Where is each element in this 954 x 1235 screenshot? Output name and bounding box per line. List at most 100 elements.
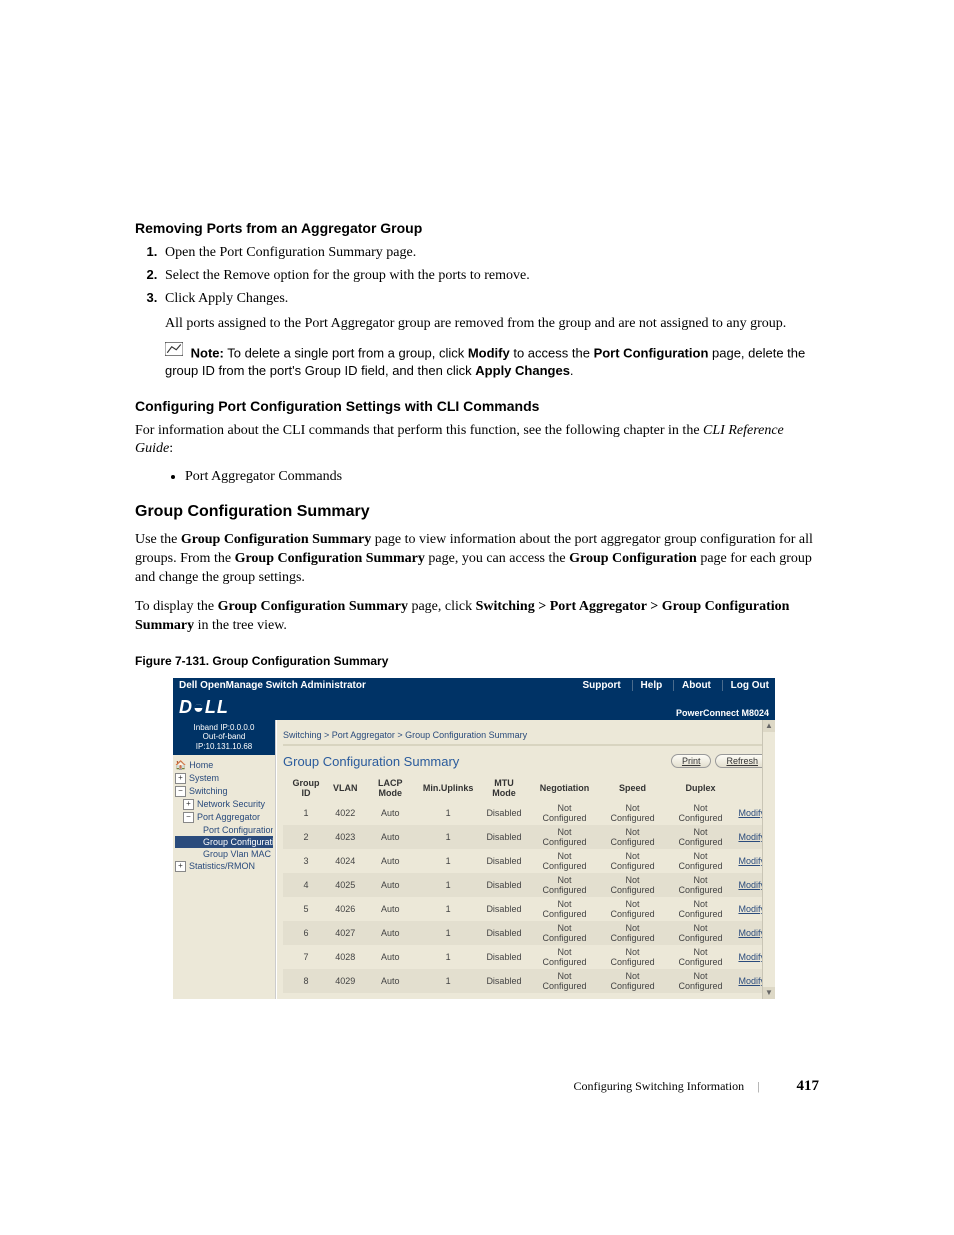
- step-1-text-a: Open the: [165, 245, 219, 260]
- ip-line1: Inband IP:0.0.0.0: [175, 723, 273, 733]
- action-buttons: Print Refresh: [671, 754, 769, 768]
- tree-group-vlan-mac[interactable]: Group Vlan MAC Su: [175, 848, 273, 860]
- td-dup: Not Configured: [667, 969, 735, 993]
- table-row: 54026Auto1DisabledNot ConfiguredNot Conf…: [283, 897, 769, 921]
- bullet-port-aggregator: Port Aggregator Commands: [185, 469, 819, 485]
- td-group-id: 6: [283, 921, 329, 945]
- cli-bullets: Port Aggregator Commands: [135, 469, 819, 485]
- tree-system-label: System: [189, 773, 219, 783]
- tree-netsec-label: Network Security: [197, 799, 265, 809]
- scroll-up-icon[interactable]: ▲: [763, 720, 775, 732]
- td-vlan: 4029: [329, 969, 362, 993]
- note-block: Note: To delete a single port from a gro…: [165, 342, 819, 380]
- step-1-bold: Port Configuration Summary: [219, 245, 382, 260]
- footer-sep: |: [757, 1079, 759, 1093]
- step-1: Open the Port Configuration Summary page…: [161, 244, 819, 261]
- step-3: Click Apply Changes.: [161, 290, 819, 307]
- td-mtu: Disabled: [477, 897, 530, 921]
- crumb-switching[interactable]: Switching: [283, 730, 322, 740]
- tree-port-config-summary[interactable]: Port Configuration S: [175, 824, 273, 836]
- tree-switching[interactable]: −Switching: [175, 785, 273, 798]
- td-neg: Not Configured: [531, 897, 599, 921]
- note-icon: [165, 342, 183, 361]
- crumb-current: Group Configuration Summary: [405, 730, 527, 740]
- td-neg: Not Configured: [531, 873, 599, 897]
- note-t4: .: [570, 363, 574, 378]
- td-min: 1: [419, 825, 478, 849]
- tree-gvm-label: Group Vlan MAC Su: [203, 849, 273, 859]
- td-mtu: Disabled: [477, 825, 530, 849]
- nav-tree: 🏠Home +System −Switching +Network Securi…: [173, 755, 275, 877]
- td-dup: Not Configured: [667, 849, 735, 873]
- crumb-sep: >: [322, 730, 332, 740]
- scrollbar[interactable]: ▲ ▼: [762, 720, 775, 999]
- step-1-text-c: page.: [383, 245, 416, 260]
- topbar-link-support[interactable]: Support: [582, 680, 620, 691]
- p1f: Group Configuration: [569, 551, 697, 566]
- p1e: page, you can access the: [425, 551, 569, 566]
- group-config-table: Group ID VLAN LACP Mode Min.Uplinks MTU …: [283, 775, 769, 993]
- refresh-button[interactable]: Refresh: [715, 754, 769, 768]
- td-group-id: 4: [283, 873, 329, 897]
- td-mtu: Disabled: [477, 849, 530, 873]
- td-lacp: Auto: [362, 945, 419, 969]
- td-neg: Not Configured: [531, 921, 599, 945]
- p2a: To display the: [135, 599, 218, 614]
- cli-intro-a: For information about the CLI commands t…: [135, 423, 703, 438]
- td-lacp: Auto: [362, 969, 419, 993]
- p1a: Use the: [135, 532, 181, 547]
- td-lacp: Auto: [362, 873, 419, 897]
- topbar-link-logout[interactable]: Log Out: [722, 680, 769, 691]
- p1d: Group Configuration Summary: [235, 551, 425, 566]
- td-min: 1: [419, 873, 478, 897]
- table-row: 44025Auto1DisabledNot ConfiguredNot Conf…: [283, 873, 769, 897]
- td-dup: Not Configured: [667, 825, 735, 849]
- tree-statistics[interactable]: +Statistics/RMON: [175, 860, 273, 873]
- td-speed: Not Configured: [599, 873, 667, 897]
- table-row: 14022Auto1DisabledNot ConfiguredNot Conf…: [283, 801, 769, 825]
- p1b: Group Configuration Summary: [181, 532, 371, 547]
- td-neg: Not Configured: [531, 969, 599, 993]
- footer-text: Configuring Switching Information: [573, 1079, 744, 1093]
- td-mtu: Disabled: [477, 873, 530, 897]
- th-mtu: MTU Mode: [477, 775, 530, 801]
- td-min: 1: [419, 945, 478, 969]
- topbar-link-help[interactable]: Help: [632, 680, 663, 691]
- collapse-icon[interactable]: −: [175, 786, 186, 797]
- tree-group-config[interactable]: Group Configurati: [175, 836, 273, 848]
- scroll-down-icon[interactable]: ▼: [763, 987, 775, 999]
- tree-system[interactable]: +System: [175, 772, 273, 785]
- td-min: 1: [419, 849, 478, 873]
- collapse-icon[interactable]: −: [183, 812, 194, 823]
- th-vlan: VLAN: [329, 775, 362, 801]
- topbar-link-about[interactable]: About: [673, 680, 711, 691]
- crumb-portagg[interactable]: Port Aggregator: [332, 730, 395, 740]
- expand-icon[interactable]: +: [175, 773, 186, 784]
- tree-home[interactable]: 🏠Home: [175, 759, 273, 772]
- table-body: 14022Auto1DisabledNot ConfiguredNot Conf…: [283, 801, 769, 993]
- td-dup: Not Configured: [667, 945, 735, 969]
- p2c: page, click: [408, 599, 476, 614]
- td-min: 1: [419, 969, 478, 993]
- td-vlan: 4024: [329, 849, 362, 873]
- shot-brandbar: D◒LL PowerConnect M8024: [173, 693, 775, 720]
- tree-network-security[interactable]: +Network Security: [175, 798, 273, 811]
- expand-icon[interactable]: +: [175, 861, 186, 872]
- td-group-id: 8: [283, 969, 329, 993]
- expand-icon[interactable]: +: [183, 799, 194, 810]
- tree-gcs-label: Group Configurati: [203, 837, 273, 847]
- print-button[interactable]: Print: [671, 754, 712, 768]
- tree-port-aggregator[interactable]: −Port Aggregator: [175, 811, 273, 824]
- step-2-bold: Remove: [223, 268, 270, 283]
- td-min: 1: [419, 897, 478, 921]
- note-t2: to access the: [510, 345, 594, 360]
- tree-switching-label: Switching: [189, 786, 228, 796]
- note-b1: Modify: [468, 345, 510, 360]
- td-mtu: Disabled: [477, 921, 530, 945]
- crumb-sep: >: [395, 730, 405, 740]
- cli-intro-b: :: [169, 441, 173, 456]
- td-group-id: 7: [283, 945, 329, 969]
- th-duplex: Duplex: [667, 775, 735, 801]
- td-neg: Not Configured: [531, 801, 599, 825]
- td-speed: Not Configured: [599, 825, 667, 849]
